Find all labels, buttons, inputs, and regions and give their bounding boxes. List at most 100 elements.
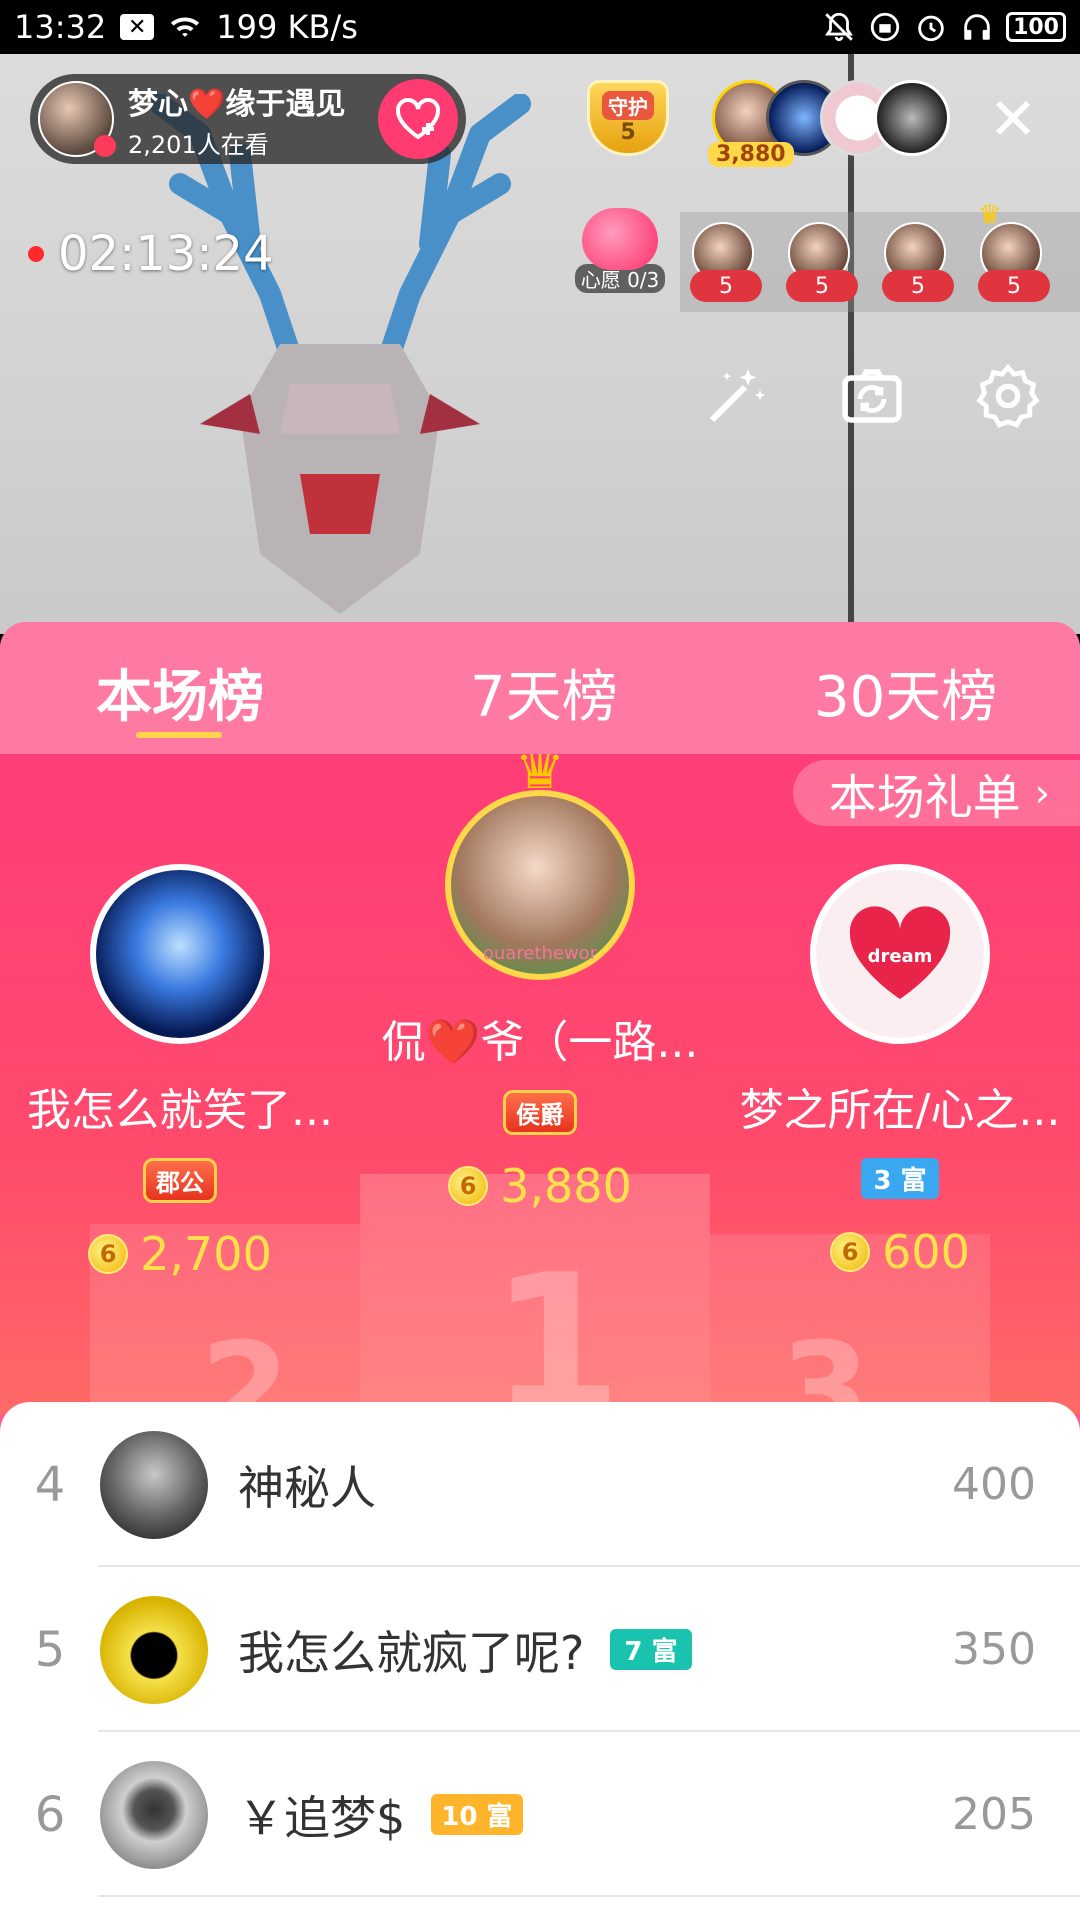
second-title-badge: 郡公 xyxy=(143,1158,217,1203)
notification-x-icon: ✕ xyxy=(120,14,155,40)
settings-button[interactable] xyxy=(972,360,1044,432)
tab-current-session[interactable]: 本场榜 xyxy=(96,652,264,733)
pedestal-number-1: 1 xyxy=(490,1234,623,1414)
list-item[interactable]: 5 我怎么就疯了呢? 7 富 350 xyxy=(0,1567,1080,1732)
status-time: 13:32 xyxy=(14,8,107,46)
status-bar: 13:32 ✕ 199 KB/s 100 xyxy=(0,0,1080,54)
active-tab-indicator xyxy=(136,732,222,738)
divider xyxy=(98,1895,1080,1897)
second-coins: 6 2,700 xyxy=(0,1227,360,1281)
viewer-count: 2,201人在看 xyxy=(128,130,269,159)
follow-heart-button[interactable] xyxy=(378,79,458,159)
crown-icon: ♛ xyxy=(514,754,566,802)
user-name: 神秘人 xyxy=(238,1460,376,1515)
timer-text: 02:13:24 xyxy=(58,226,274,282)
tab-7-days[interactable]: 7天榜 xyxy=(470,652,618,733)
gear-icon xyxy=(976,363,1040,428)
fan-item[interactable]: 5 xyxy=(786,222,858,302)
guard-badge[interactable]: 守护 5 xyxy=(582,80,674,166)
heart-plus-icon xyxy=(395,98,441,140)
coin-icon: 6 xyxy=(448,1166,489,1206)
mystery-avatar[interactable] xyxy=(100,1430,208,1539)
third-name: 梦之所在/心之... xyxy=(739,1085,1061,1136)
ranking-panel: 本场榜 7天榜 30天榜 1 2 3 本场礼单 › ♛ ouarethewor … xyxy=(0,622,1080,1920)
third-avatar[interactable]: dream xyxy=(810,864,990,1044)
first-place[interactable]: ♛ ouarethewor 侃❤️爷（一路... 侯爵 6 3,880 xyxy=(300,754,780,1213)
first-title-badge: 侯爵 xyxy=(503,1090,577,1135)
rank-number: 5 xyxy=(34,1621,66,1678)
headphones-icon xyxy=(964,14,990,40)
fan-item[interactable]: ♛ 5 xyxy=(978,200,1050,302)
rich-level-badge: 7 富 xyxy=(610,1629,692,1670)
rank-number: 6 xyxy=(34,1786,66,1843)
second-avatar[interactable] xyxy=(90,864,270,1044)
coin-icon: 6 xyxy=(88,1234,129,1274)
third-avatar-text: dream xyxy=(867,946,933,967)
fan-item[interactable]: 5 xyxy=(882,222,954,302)
contribution-amount: 400 xyxy=(952,1459,1036,1510)
user-avatar[interactable] xyxy=(100,1760,208,1869)
ranking-list: 4 神秘人 400 5 我怎么就疯了呢? 7 富 350 6 ￥追梦$ 10 富… xyxy=(0,1402,1080,1920)
wish-button[interactable]: 心愿 0/3 xyxy=(572,208,668,293)
chevron-right-icon: › xyxy=(1034,771,1050,815)
first-coin-amount: 3,880 xyxy=(500,1159,632,1213)
host-avatar[interactable] xyxy=(38,81,116,157)
guard-count: 5 xyxy=(620,120,636,145)
user-avatar[interactable] xyxy=(100,1595,208,1704)
wifi-icon xyxy=(171,17,200,37)
magic-wand-icon xyxy=(709,369,766,423)
alarm-icon xyxy=(918,15,944,42)
rich-level-badge: 10 富 xyxy=(431,1794,523,1835)
lock-rotation-icon xyxy=(870,12,900,42)
first-coins: 6 3,880 xyxy=(300,1159,780,1213)
beauty-wand-button[interactable] xyxy=(700,360,772,432)
host-name: 梦心❤️缘于遇见 xyxy=(128,86,346,122)
fan-level: 5 xyxy=(786,270,858,302)
live-dot xyxy=(28,246,44,262)
fan-level: 5 xyxy=(882,270,954,302)
user-name: ￥追梦$ xyxy=(238,1790,406,1845)
live-badge xyxy=(94,135,116,157)
camera-switch-icon xyxy=(842,369,902,423)
guard-label: 守护 xyxy=(602,91,654,120)
flip-camera-button[interactable] xyxy=(836,360,908,432)
wish-heart-icon xyxy=(582,208,658,270)
top-viewer-avatar[interactable] xyxy=(874,80,950,156)
first-avatar-text: ouarethewor xyxy=(482,943,598,964)
tab-30-days[interactable]: 30天榜 xyxy=(814,652,997,733)
contribution-amount: 205 xyxy=(952,1789,1036,1840)
contribution-amount: 350 xyxy=(952,1624,1036,1675)
host-info-pill[interactable]: 梦心❤️缘于遇见 2,201人在看 xyxy=(30,74,466,164)
second-coin-amount: 2,700 xyxy=(140,1227,272,1281)
list-item[interactable]: 4 神秘人 400 xyxy=(0,1402,1080,1567)
top-viewers[interactable]: 3,880 xyxy=(708,80,950,167)
network-speed: 199 KB/s xyxy=(216,8,358,46)
second-place[interactable]: 我怎么就笑了... 郡公 6 2,700 xyxy=(0,864,360,1281)
list-item[interactable]: 6 ￥追梦$ 10 富 205 xyxy=(0,1732,1080,1897)
live-timer: 02:13:24 xyxy=(28,226,274,282)
third-rich-badge: 3 富 xyxy=(861,1158,939,1199)
battery-icon: 100 xyxy=(1006,12,1066,42)
rank-number: 4 xyxy=(34,1456,66,1513)
fan-level: 5 xyxy=(978,270,1050,302)
podium: 1 2 3 本场礼单 › ♛ ouarethewor 侃❤️爷（一路... 侯爵… xyxy=(0,754,1080,1414)
gift-list-link[interactable]: 本场礼单 › xyxy=(792,760,1080,826)
coin-icon: 6 xyxy=(830,1232,871,1272)
first-name: 侃❤️爷（一路... xyxy=(381,1017,699,1068)
deer-head-decoration xyxy=(149,94,531,614)
bell-off-icon xyxy=(825,12,854,42)
third-place[interactable]: dream 梦之所在/心之... 3 富 6 600 xyxy=(720,864,1080,1279)
close-button[interactable]: ✕ xyxy=(988,90,1038,148)
fan-item[interactable]: 5 xyxy=(690,222,762,302)
pedestal-number-2: 2 xyxy=(200,1314,291,1414)
fans-row: 5 5 5 ♛ 5 xyxy=(680,200,1080,312)
second-name: 我怎么就笑了... xyxy=(27,1085,333,1136)
first-avatar[interactable]: ouarethewor xyxy=(445,790,635,980)
tool-row xyxy=(700,360,1044,432)
third-coin-amount: 600 xyxy=(882,1225,970,1279)
pedestal-number-3: 3 xyxy=(780,1314,871,1414)
ranking-tabs: 本场榜 7天榜 30天榜 xyxy=(0,622,1080,754)
third-coins: 6 600 xyxy=(720,1225,1080,1279)
crown-icon: ♛ xyxy=(978,200,1002,230)
top-contribution: 3,880 xyxy=(708,142,794,167)
